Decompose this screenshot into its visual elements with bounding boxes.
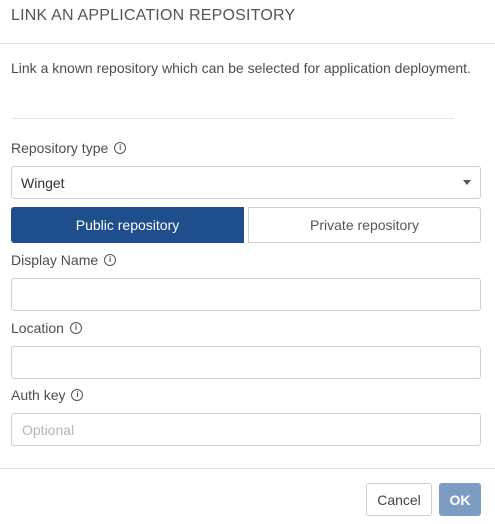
dialog-header: LINK AN APPLICATION REPOSITORY: [0, 0, 495, 44]
dialog-description: Link a known repository which can be sel…: [11, 60, 471, 76]
display-name-label: Display Name i: [11, 252, 117, 268]
auth-key-input[interactable]: [11, 413, 481, 446]
info-icon[interactable]: i: [104, 254, 117, 266]
link-repository-dialog: LINK AN APPLICATION REPOSITORY Link a kn…: [0, 0, 495, 524]
dialog-title: LINK AN APPLICATION REPOSITORY: [11, 7, 296, 24]
repository-type-value: Winget: [21, 175, 65, 191]
cancel-button[interactable]: Cancel: [366, 483, 432, 516]
location-label: Location i: [11, 320, 82, 336]
divider: [11, 118, 454, 119]
private-repository-button[interactable]: Private repository: [248, 207, 481, 243]
info-icon[interactable]: i: [114, 142, 127, 154]
location-input[interactable]: [11, 346, 481, 379]
chevron-down-icon: [463, 180, 471, 185]
repository-type-select[interactable]: Winget: [11, 166, 481, 199]
info-icon[interactable]: i: [71, 389, 84, 401]
ok-button[interactable]: OK: [439, 483, 481, 516]
footer-divider: [0, 468, 495, 469]
repository-type-label-text: Repository type: [11, 140, 109, 156]
public-repository-button[interactable]: Public repository: [11, 207, 244, 243]
location-label-text: Location: [11, 320, 64, 336]
display-name-input[interactable]: [11, 278, 481, 311]
display-name-label-text: Display Name: [11, 252, 99, 268]
repository-type-label: Repository type i: [11, 140, 127, 156]
auth-key-label-text: Auth key: [11, 387, 66, 403]
auth-key-label: Auth key i: [11, 387, 84, 403]
info-icon[interactable]: i: [69, 322, 82, 334]
